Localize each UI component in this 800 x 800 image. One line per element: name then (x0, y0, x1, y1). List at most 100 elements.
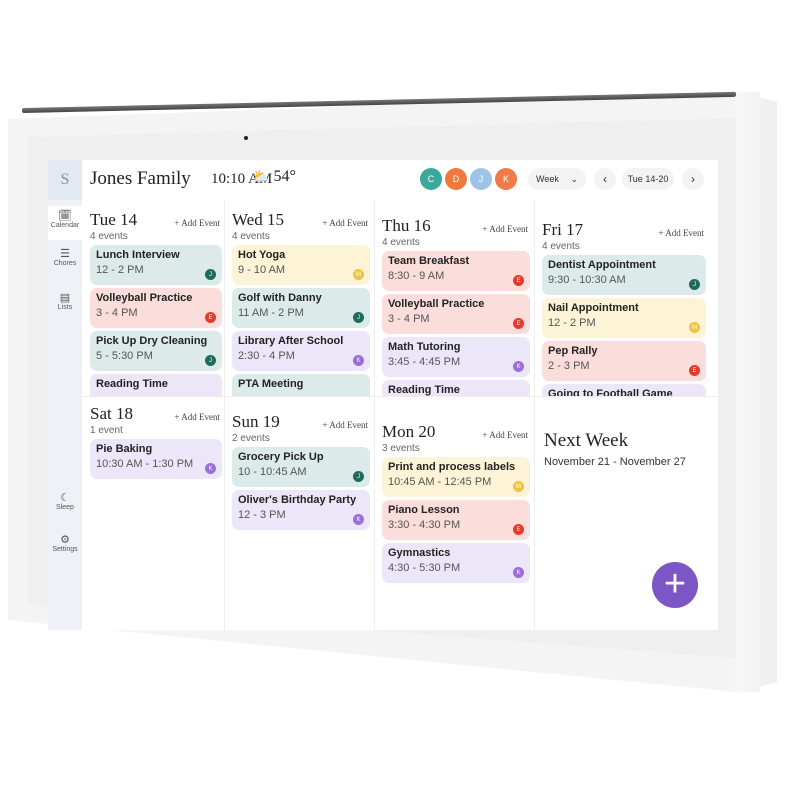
camera-icon (244, 136, 248, 140)
add-event-button[interactable]: + Add Event (174, 218, 220, 228)
event-card[interactable]: Library After School 2:30 - 4 PM K (232, 331, 370, 371)
member-badge: J (689, 279, 700, 290)
event-title: Hot Yoga (238, 249, 286, 261)
next-week-button[interactable]: › (682, 168, 704, 190)
list-icon: ▤ (59, 292, 71, 304)
day-column: Wed 15 4 events + Add Event Hot Yoga 9 - … (232, 210, 370, 396)
event-card[interactable]: Team Breakfast 8:30 - 9 AM E (382, 251, 530, 291)
chevron-left-icon: ‹ (603, 172, 607, 186)
event-card[interactable]: Print and process labels 10:45 AM - 12:4… (382, 457, 530, 497)
event-card[interactable]: Volleyball Practice 3 - 4 PM E (90, 288, 222, 328)
weather: ⛅ 54° (252, 168, 296, 186)
event-title: Lunch Interview (96, 249, 180, 261)
member-badge: E (205, 312, 216, 323)
event-card[interactable]: Reading Time K (90, 374, 222, 396)
event-count: 4 events (232, 231, 270, 242)
family-name: Jones Family (90, 168, 191, 189)
event-card[interactable]: Reading Time K (382, 380, 530, 396)
day-column: Sun 19 2 events + Add Event Grocery Pick … (232, 412, 370, 532)
member-badge: K (353, 514, 364, 525)
gear-icon: ⚙ (60, 534, 70, 546)
event-card[interactable]: Pie Baking 10:30 AM - 1:30 PM K (90, 439, 222, 479)
add-event-button[interactable]: + Add Event (482, 224, 528, 234)
event-time: 12 - 2 PM (96, 264, 144, 276)
calendar-screen: S 🗓 Calendar ☰ Chores ▤ Lists ☾ Sleep ⚙ … (48, 160, 718, 630)
event-card[interactable]: Math Tutoring 3:45 - 4:45 PM K (382, 337, 530, 377)
event-card[interactable]: Grocery Pick Up 10 - 10:45 AM J (232, 447, 370, 487)
event-time: 10:30 AM - 1:30 PM (96, 458, 194, 470)
temperature: 54° (273, 168, 296, 185)
app-logo[interactable]: S (48, 160, 82, 200)
member-badge: M (689, 322, 700, 333)
event-title: Golf with Danny (238, 292, 322, 304)
member-badge: E (513, 524, 524, 535)
add-event-button[interactable]: + Add Event (174, 412, 220, 422)
event-count: 1 event (90, 425, 123, 436)
view-select[interactable]: Week ⌄ (528, 168, 586, 190)
event-title: Oliver's Birthday Party (238, 494, 357, 506)
sidebar-item-chores[interactable]: ☰ Chores (48, 248, 82, 267)
event-time: 3:45 - 4:45 PM (388, 356, 461, 368)
event-time: 2 - 3 PM (548, 360, 590, 372)
event-card[interactable]: Dentist Appointment 9:30 - 10:30 AM J (542, 255, 706, 295)
event-card[interactable]: Gymnastics 4:30 - 5:30 PM K (382, 543, 530, 583)
event-title: Reading Time (388, 384, 460, 396)
broom-icon: ☰ (60, 248, 70, 260)
sidebar-item-settings[interactable]: ⚙ Settings (48, 534, 82, 553)
member-badge: J (205, 355, 216, 366)
event-time: 5 - 5:30 PM (96, 350, 153, 362)
event-card[interactable]: Piano Lesson 3:30 - 4:30 PM E (382, 500, 530, 540)
avatar[interactable]: D (445, 168, 467, 190)
event-title: Volleyball Practice (388, 298, 485, 310)
date-range-button[interactable]: Tue 14-20 (622, 168, 674, 190)
event-title: Going to Football Game (548, 388, 673, 396)
event-time: 2:30 - 4 PM (238, 350, 295, 362)
day-column: Sat 18 1 event + Add Event Pie Baking 10:… (90, 404, 222, 484)
event-card[interactable]: Pep Rally 2 - 3 PM E (542, 341, 706, 381)
family-avatars: C D J K (420, 168, 517, 190)
avatar[interactable]: J (470, 168, 492, 190)
event-time: 3:30 - 4:30 PM (388, 519, 461, 531)
event-card[interactable]: Lunch Interview 12 - 2 PM J (90, 245, 222, 285)
event-title: PTA Meeting (238, 378, 304, 390)
event-card[interactable]: Going to Football Game K (542, 384, 706, 396)
event-card[interactable]: Oliver's Birthday Party 12 - 3 PM K (232, 490, 370, 530)
event-title: Volleyball Practice (96, 292, 193, 304)
chevron-right-icon: › (691, 172, 695, 186)
event-title: Print and process labels (388, 461, 516, 473)
event-time: 10 - 10:45 AM (238, 466, 307, 478)
avatar[interactable]: C (420, 168, 442, 190)
event-time: 11 AM - 2 PM (238, 307, 304, 319)
event-time: 10:45 AM - 12:45 PM (388, 476, 492, 488)
member-badge: J (353, 471, 364, 482)
member-badge: M (353, 269, 364, 280)
sidebar-item-calendar[interactable]: 🗓 Calendar (48, 206, 82, 240)
member-badge: J (353, 312, 364, 323)
member-badge: K (513, 567, 524, 578)
event-time: 12 - 2 PM (548, 317, 596, 329)
sidebar: S 🗓 Calendar ☰ Chores ▤ Lists ☾ Sleep ⚙ … (48, 160, 82, 630)
event-card[interactable]: Hot Yoga 9 - 10 AM M (232, 245, 370, 285)
next-week-range: November 21 - November 27 (544, 456, 686, 468)
plus-icon: + (663, 563, 687, 605)
member-badge: E (513, 318, 524, 329)
sidebar-item-sleep[interactable]: ☾ Sleep (48, 492, 82, 511)
prev-week-button[interactable]: ‹ (594, 168, 616, 190)
event-card[interactable]: Golf with Danny 11 AM - 2 PM J (232, 288, 370, 328)
day-column: Fri 17 4 events + Add Event Dentist Appoi… (542, 220, 706, 396)
add-event-button[interactable]: + Add Event (322, 420, 368, 430)
next-week-panel[interactable]: Next Week November 21 - November 27 (544, 430, 714, 468)
add-event-button[interactable]: + Add Event (482, 430, 528, 440)
event-card[interactable]: Nail Appointment 12 - 2 PM M (542, 298, 706, 338)
event-card[interactable]: Pick Up Dry Cleaning 5 - 5:30 PM J (90, 331, 222, 371)
add-button[interactable]: + (652, 562, 698, 608)
add-event-button[interactable]: + Add Event (658, 228, 704, 238)
event-card[interactable]: Volleyball Practice 3 - 4 PM E (382, 294, 530, 334)
event-title: Grocery Pick Up (238, 451, 324, 463)
event-title: Pep Rally (548, 345, 598, 357)
avatar[interactable]: K (495, 168, 517, 190)
event-card[interactable]: PTA Meeting J (232, 374, 370, 396)
member-badge: M (513, 481, 524, 492)
sidebar-item-lists[interactable]: ▤ Lists (48, 292, 82, 311)
add-event-button[interactable]: + Add Event (322, 218, 368, 228)
